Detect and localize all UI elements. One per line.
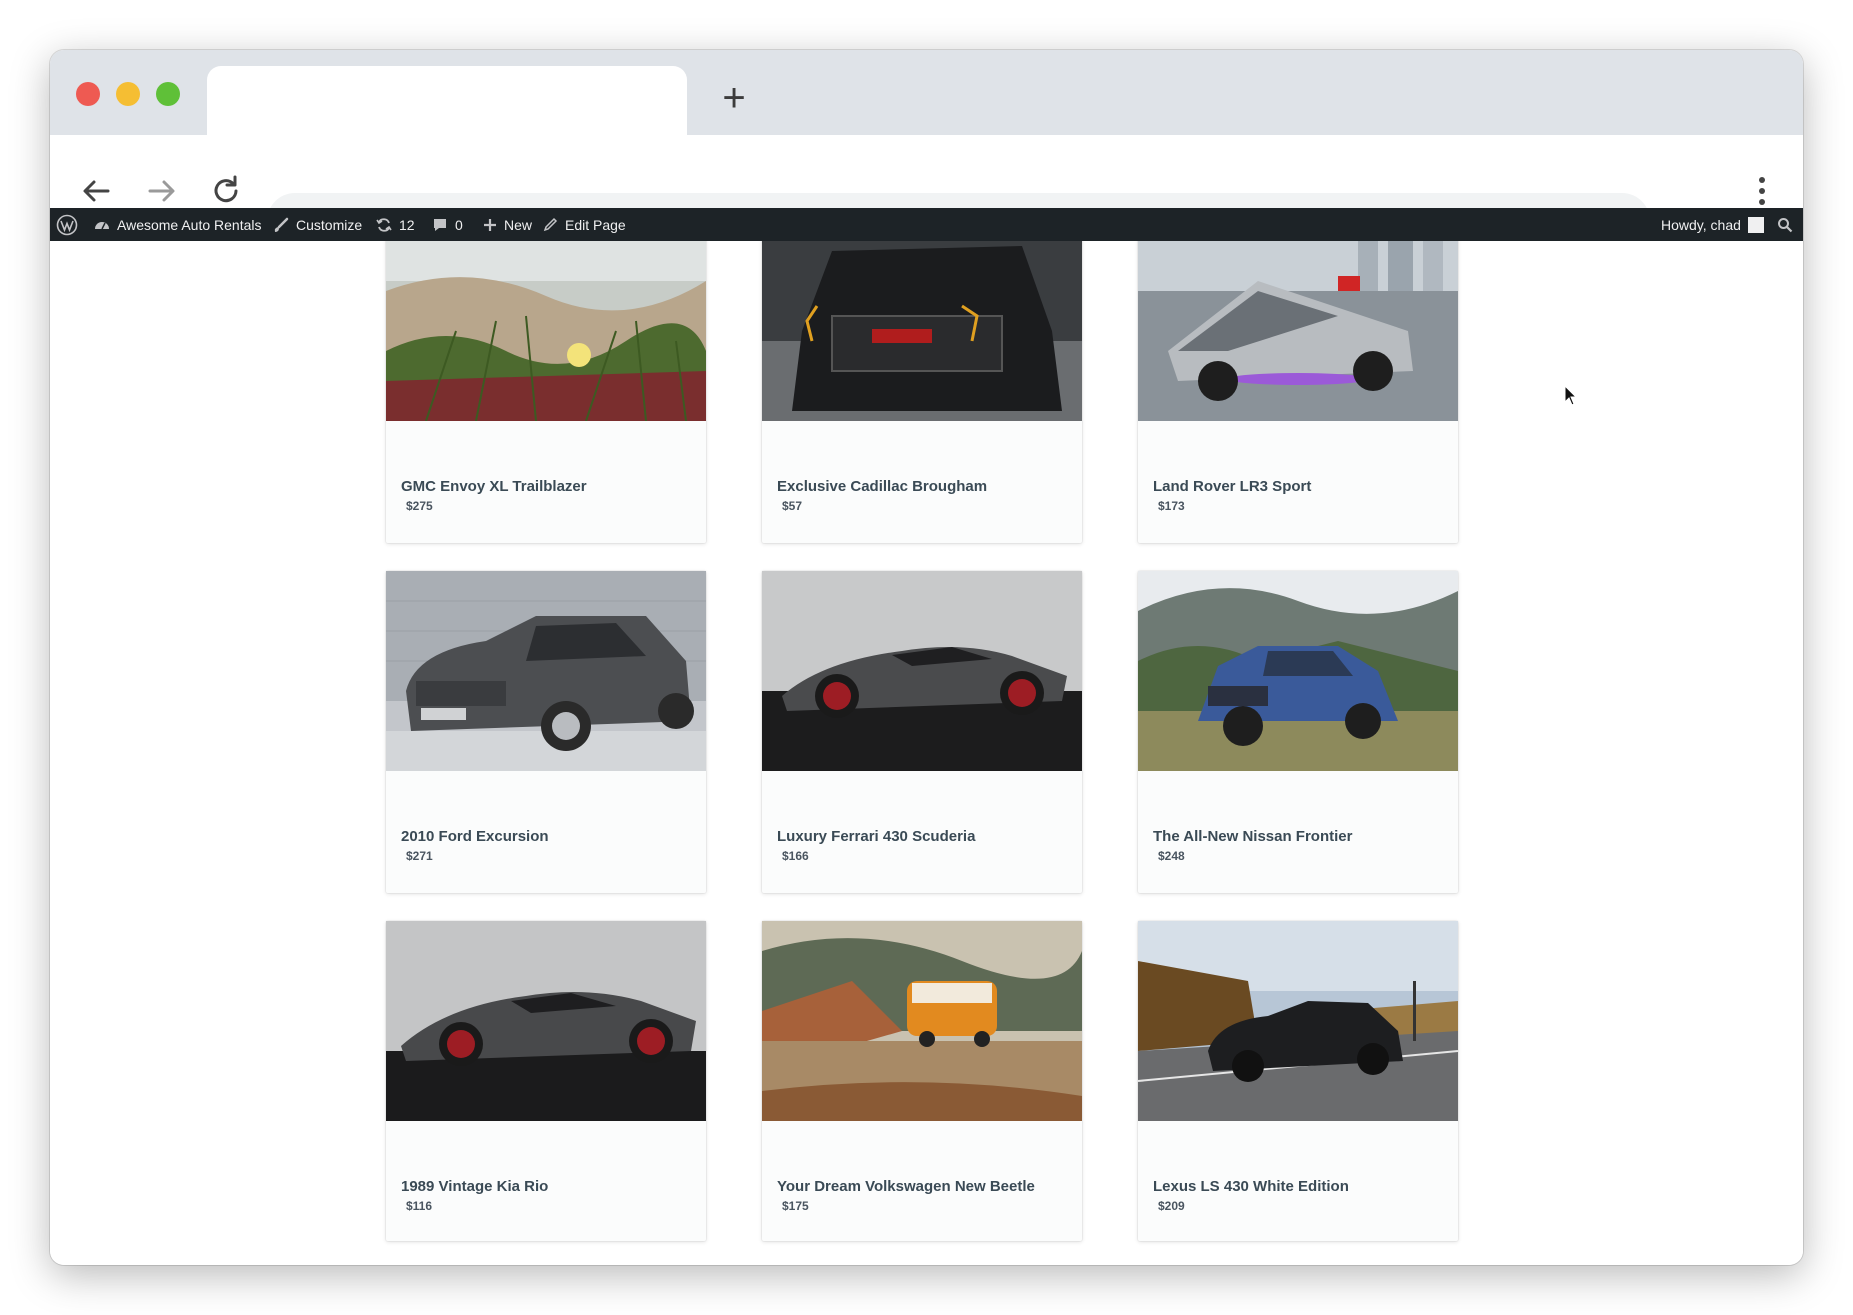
listing-card[interactable]: GMC Envoy XL Trailblazer $275 xyxy=(386,241,706,543)
listing-title[interactable]: Lexus LS 430 White Edition xyxy=(1153,1178,1349,1195)
customize-link[interactable]: Customize xyxy=(273,208,362,241)
listing-title[interactable]: Luxury Ferrari 430 Scuderia xyxy=(777,828,975,845)
page-content: GMC Envoy XL Trailblazer $275 Exclusive … xyxy=(50,241,1803,1265)
listing-card[interactable]: 2010 Ford Excursion $271 xyxy=(386,571,706,893)
back-arrow-icon[interactable] xyxy=(76,171,116,211)
updates-count: 12 xyxy=(399,216,415,233)
wordpress-logo-icon[interactable] xyxy=(56,208,78,241)
listing-image-vw-bus xyxy=(762,921,1082,1121)
listing-card[interactable]: 1989 Vintage Kia Rio $116 xyxy=(386,921,706,1241)
edit-page-link[interactable]: Edit Page xyxy=(543,208,626,241)
my-account-menu[interactable]: Howdy, chad xyxy=(1661,208,1764,241)
listing-price: $275 xyxy=(406,499,433,513)
comments-link[interactable]: 0 xyxy=(432,208,463,241)
listing-title[interactable]: 2010 Ford Excursion xyxy=(401,828,549,845)
edit-page-label: Edit Page xyxy=(565,216,626,233)
minimize-window-button[interactable] xyxy=(116,82,140,106)
listing-card[interactable]: The All-New Nissan Frontier $248 xyxy=(1138,571,1458,893)
listing-card[interactable]: Luxury Ferrari 430 Scuderia $166 xyxy=(762,571,1082,893)
listing-card[interactable]: Land Rover LR3 Sport $173 xyxy=(1138,241,1458,543)
listing-title[interactable]: The All-New Nissan Frontier xyxy=(1153,828,1352,845)
listing-title[interactable]: 1989 Vintage Kia Rio xyxy=(401,1178,548,1195)
howdy-label: Howdy, chad xyxy=(1661,216,1741,233)
wp-admin-bar: Awesome Auto Rentals Customize 12 0 New … xyxy=(50,208,1803,241)
forward-arrow-icon[interactable] xyxy=(142,171,182,211)
site-name-label: Awesome Auto Rentals xyxy=(117,216,262,233)
listing-title[interactable]: Exclusive Cadillac Brougham xyxy=(777,478,987,495)
customize-label: Customize xyxy=(296,216,363,233)
listing-price: $57 xyxy=(782,499,803,513)
new-tab-button[interactable]: + xyxy=(714,78,754,118)
listing-price: $175 xyxy=(782,1199,809,1213)
listing-price: $271 xyxy=(406,849,433,863)
listing-title[interactable]: GMC Envoy XL Trailblazer xyxy=(401,478,587,495)
listing-card[interactable]: Your Dream Volkswagen New Beetle $175 xyxy=(762,921,1082,1241)
comments-count: 0 xyxy=(455,216,463,233)
listing-price: $209 xyxy=(1158,1199,1185,1213)
plus-icon xyxy=(484,218,496,231)
listing-image-blue-suv xyxy=(1138,571,1458,771)
listing-price: $166 xyxy=(782,849,809,863)
dashboard-icon xyxy=(95,221,109,229)
tab-strip: + xyxy=(50,50,1803,135)
listing-image-hatchback xyxy=(386,571,706,771)
listing-card[interactable]: Lexus LS 430 White Edition $209 xyxy=(1138,921,1458,1241)
listing-price: $173 xyxy=(1158,499,1185,513)
browser-tab-active[interactable] xyxy=(207,66,687,135)
listing-image-supercar xyxy=(762,571,1082,771)
site-name-menu[interactable]: Awesome Auto Rentals xyxy=(94,208,262,241)
listing-image-supercar-2 xyxy=(386,921,706,1121)
updates-link[interactable]: 12 xyxy=(376,208,415,241)
listing-card[interactable]: Exclusive Cadillac Brougham $57 xyxy=(762,241,1082,543)
listing-image-truck xyxy=(762,241,1082,421)
listing-image-grass xyxy=(386,241,706,421)
close-window-button[interactable] xyxy=(76,82,100,106)
listing-title[interactable]: Land Rover LR3 Sport xyxy=(1153,478,1311,495)
mouse-cursor-icon xyxy=(1564,385,1578,406)
listing-image-lexus xyxy=(1138,921,1458,1121)
more-menu-icon[interactable] xyxy=(1752,171,1772,211)
new-content-menu[interactable]: New xyxy=(483,208,532,241)
avatar xyxy=(1747,216,1764,233)
comment-bubble-icon xyxy=(434,218,446,231)
updates-icon xyxy=(376,217,392,232)
new-label: New xyxy=(504,216,533,233)
paintbrush-icon xyxy=(274,217,289,232)
listing-image-cybertruck xyxy=(1138,241,1458,421)
listing-price: $248 xyxy=(1158,849,1185,863)
pencil-icon xyxy=(543,217,558,232)
reload-icon[interactable] xyxy=(206,171,246,211)
listing-title[interactable]: Your Dream Volkswagen New Beetle xyxy=(777,1178,1035,1195)
search-icon[interactable] xyxy=(1777,208,1793,241)
listing-price: $116 xyxy=(406,1199,433,1213)
maximize-window-button[interactable] xyxy=(156,82,180,106)
browser-window: + Awesome Auto Rentals Customize 12 0 Ne… xyxy=(50,50,1803,1265)
